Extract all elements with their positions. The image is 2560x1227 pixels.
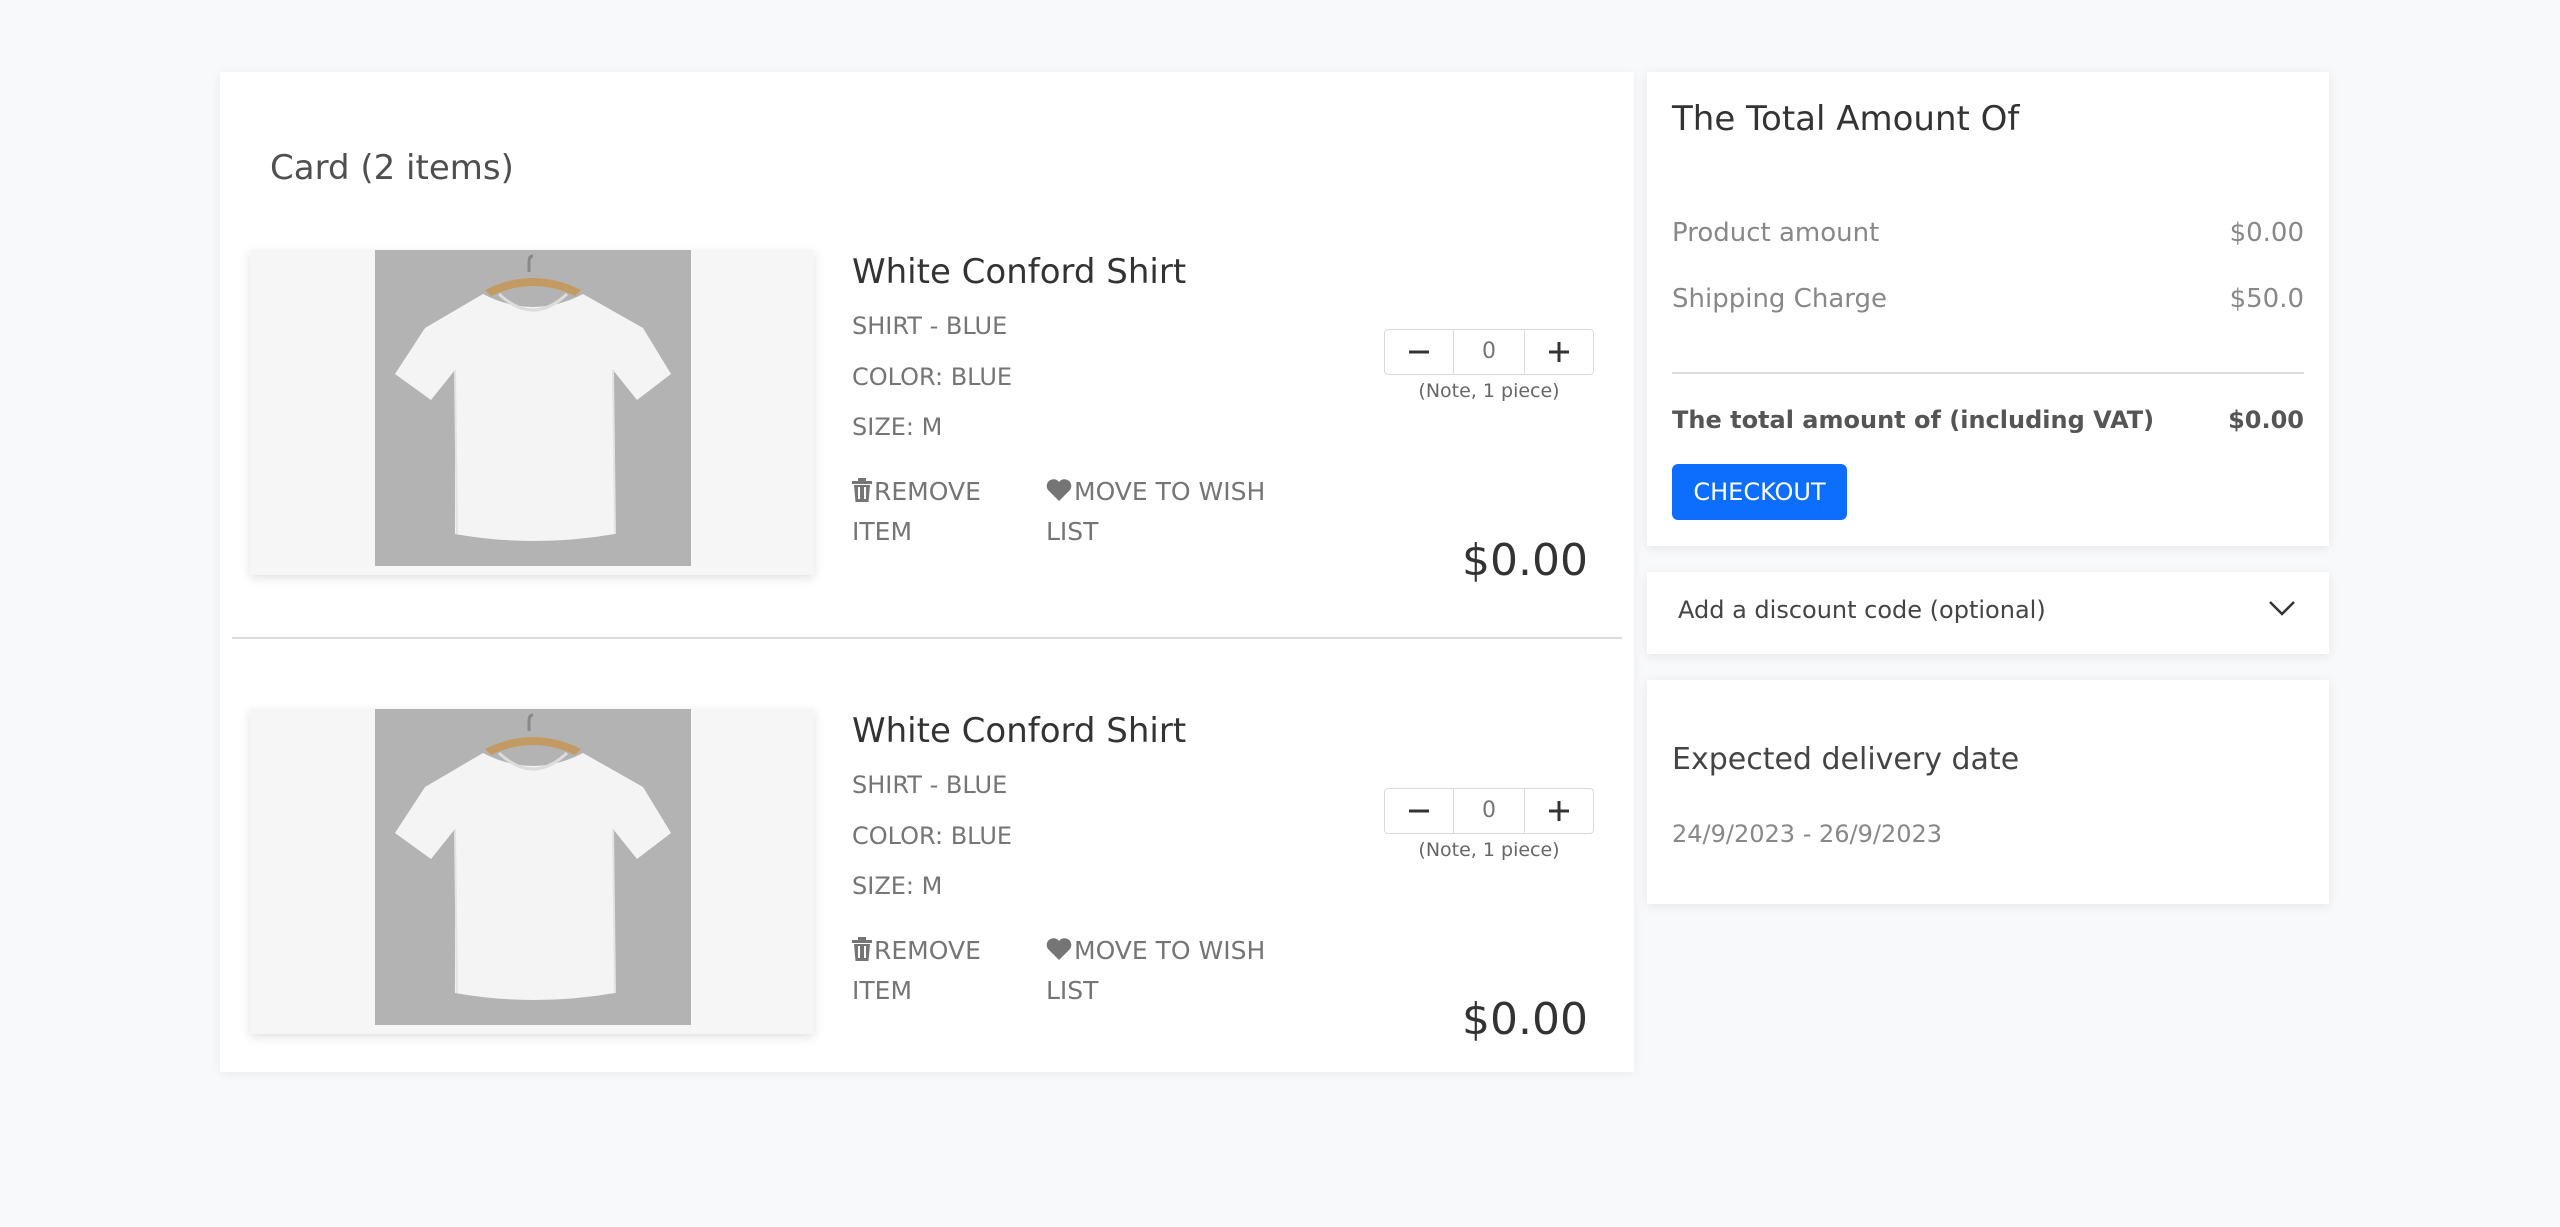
discount-code-label: Add a discount code (optional) — [1678, 596, 2046, 624]
plus-icon — [1549, 342, 1569, 362]
move-to-wishlist-button[interactable]: MOVE TO WISH LIST — [1046, 932, 1286, 1010]
product-amount-label: Product amount — [1672, 218, 1880, 248]
total-value: $0.00 — [2228, 406, 2304, 434]
summary-divider — [1672, 372, 2304, 374]
quantity-note: (Note, 1 piece) — [1418, 839, 1560, 861]
product-type: SHIRT - BLUE — [852, 312, 1008, 340]
product-image[interactable] — [375, 250, 691, 566]
remove-item-button[interactable]: REMOVE ITEM — [852, 473, 1002, 551]
quantity-note: (Note, 1 piece) — [1418, 380, 1560, 402]
quantity-input[interactable] — [1454, 330, 1524, 374]
wishlist-label: MOVE TO WISH LIST — [1046, 936, 1266, 1005]
cart-card: Card (2 items) White Conford Shirt SHIRT… — [220, 72, 1634, 1072]
delivery-card: Expected delivery date 24/9/2023 - 26/9/… — [1647, 680, 2329, 904]
total-label: The total amount of (including VAT) — [1672, 406, 2155, 434]
decrease-quantity-button[interactable] — [1385, 330, 1454, 374]
product-amount-row: Product amount $0.00 — [1672, 218, 2304, 248]
product-image-frame — [250, 709, 814, 1034]
remove-item-button[interactable]: REMOVE ITEM — [852, 932, 1002, 1010]
item-price: $0.00 — [1462, 994, 1588, 1045]
product-type: SHIRT - BLUE — [852, 771, 1008, 799]
product-size: SIZE: M — [852, 872, 943, 900]
summary-title: The Total Amount Of — [1672, 99, 2020, 139]
delivery-title: Expected delivery date — [1672, 742, 2020, 777]
product-color: COLOR: BLUE — [852, 822, 1013, 850]
shipping-charge-value: $50.0 — [2229, 284, 2304, 314]
delivery-date-range: 24/9/2023 - 26/9/2023 — [1672, 820, 1943, 848]
decrease-quantity-button[interactable] — [1385, 789, 1454, 833]
trash-icon — [852, 934, 872, 972]
product-image-frame — [250, 250, 814, 575]
minus-icon — [1409, 809, 1429, 813]
product-name[interactable]: White Conford Shirt — [852, 711, 1186, 751]
increase-quantity-button[interactable] — [1524, 330, 1593, 374]
total-row: The total amount of (including VAT) $0.0… — [1672, 406, 2304, 434]
product-color: COLOR: BLUE — [852, 363, 1013, 391]
item-divider — [232, 637, 1622, 639]
shipping-charge-label: Shipping Charge — [1672, 284, 1887, 314]
shipping-charge-row: Shipping Charge $50.0 — [1672, 284, 2304, 314]
plus-icon — [1549, 801, 1569, 821]
increase-quantity-button[interactable] — [1524, 789, 1593, 833]
minus-icon — [1409, 350, 1429, 354]
wishlist-label: MOVE TO WISH LIST — [1046, 477, 1266, 546]
discount-code-toggle[interactable]: Add a discount code (optional) — [1647, 572, 2329, 654]
product-amount-value: $0.00 — [2229, 218, 2304, 248]
heart-icon — [1046, 934, 1072, 972]
trash-icon — [852, 475, 872, 513]
chevron-down-icon — [2267, 598, 2297, 622]
quantity-stepper — [1384, 329, 1594, 375]
checkout-button[interactable]: CHECKOUT — [1672, 464, 1847, 520]
item-price: $0.00 — [1462, 535, 1588, 586]
product-image[interactable] — [375, 709, 691, 1025]
product-size: SIZE: M — [852, 413, 943, 441]
order-summary-card: The Total Amount Of Product amount $0.00… — [1647, 72, 2329, 546]
move-to-wishlist-button[interactable]: MOVE TO WISH LIST — [1046, 473, 1286, 551]
quantity-input[interactable] — [1454, 789, 1524, 833]
heart-icon — [1046, 475, 1072, 513]
cart-title: Card (2 items) — [270, 148, 514, 188]
product-name[interactable]: White Conford Shirt — [852, 252, 1186, 292]
quantity-stepper — [1384, 788, 1594, 834]
